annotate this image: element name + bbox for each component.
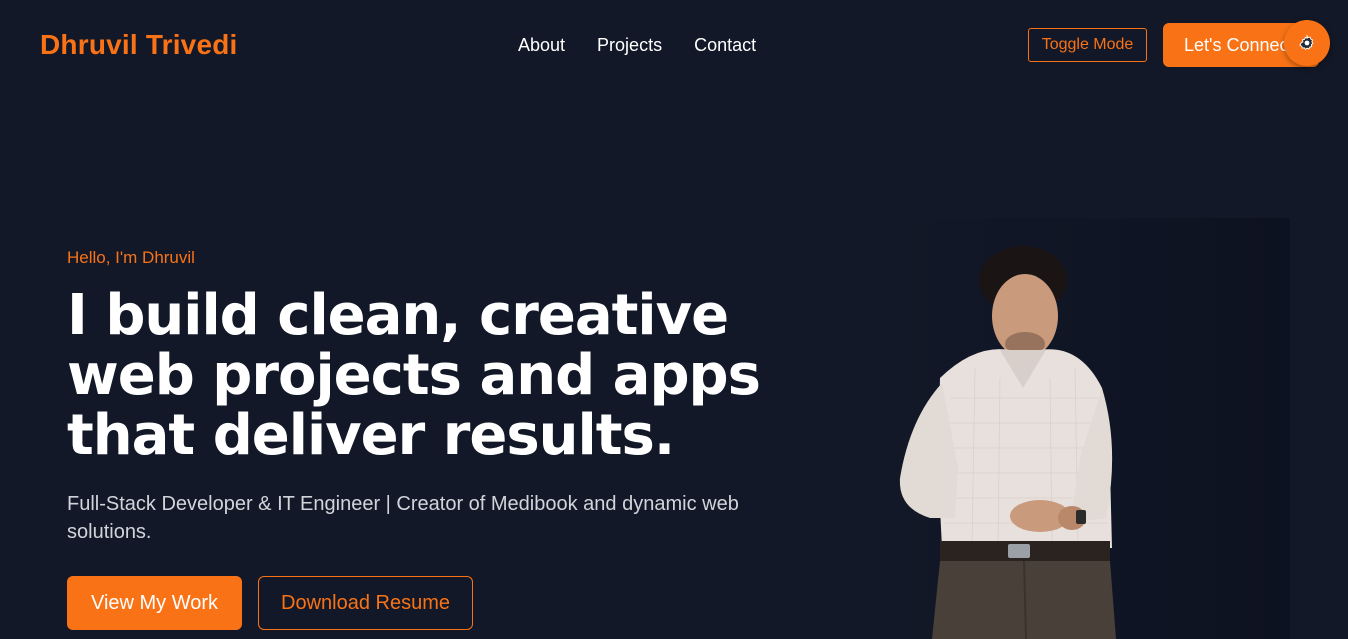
toggle-mode-button[interactable]: Toggle Mode [1028,28,1147,62]
nav-about[interactable]: About [518,35,565,56]
site-header: Dhruvil Trivedi About Projects Contact T… [0,0,1348,92]
gear-icon [1299,34,1314,51]
nav-contact[interactable]: Contact [694,35,756,56]
settings-button[interactable] [1284,20,1330,66]
view-my-work-button[interactable]: View My Work [67,576,242,630]
hero-greeting: Hello, I'm Dhruvil [67,248,195,267]
main-nav: About Projects Contact [518,35,756,56]
nav-projects[interactable]: Projects [597,35,662,56]
profile-photo [899,246,1116,639]
page: Dhruvil Trivedi About Projects Contact T… [0,0,1348,639]
hero-headline: I build clean, creative web projects and… [67,283,761,468]
download-resume-button[interactable]: Download Resume [258,576,473,630]
hero-subtitle: Full-Stack Developer & IT Engineer | Cre… [67,493,739,543]
brand-logo[interactable]: Dhruvil Trivedi [40,29,238,61]
profile-photo-panel [880,218,1290,639]
